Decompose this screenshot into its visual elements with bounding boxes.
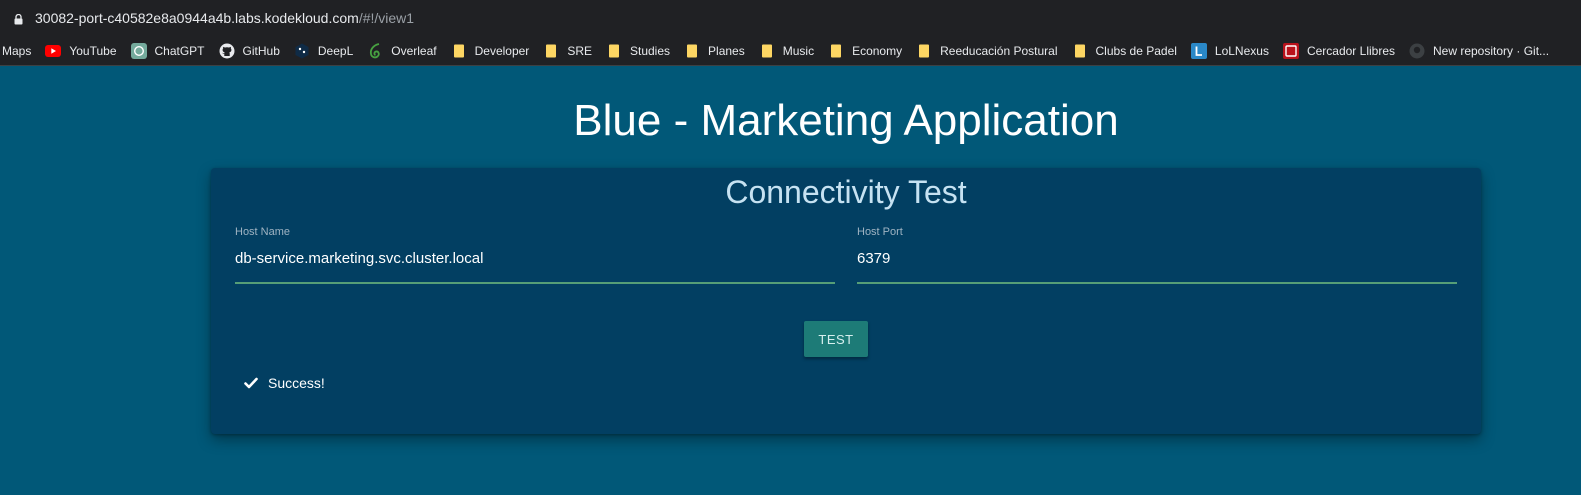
youtube-icon (45, 43, 62, 59)
bookmark-label: DeepL (317, 43, 354, 58)
host-port-input[interactable] (857, 247, 1457, 269)
url-text: 30082-port-c40582e8a0944a4b.labs.kodeklo… (35, 10, 414, 26)
folder-icon (606, 43, 622, 59)
folder-icon (916, 43, 932, 59)
folder-icon (759, 43, 775, 59)
bookmark-lolnexus[interactable]: LoLNexus (1185, 39, 1277, 63)
bookmark-label: ChatGPT (154, 43, 205, 58)
bookmark-folder-economy[interactable]: Economy (822, 39, 910, 63)
url-host: 30082-port-c40582e8a0944a4b.labs.kodeklo… (35, 10, 359, 26)
folder-icon (451, 43, 467, 59)
connectivity-test-card: Connectivity Test Host Name Host Port TE… (211, 168, 1481, 434)
bookmark-label: Reeducación Postural (940, 43, 1058, 58)
check-icon (244, 377, 258, 389)
status-message: Success! (244, 375, 325, 391)
bookmark-overleaf[interactable]: Overleaf (361, 39, 444, 63)
folder-icon (684, 43, 700, 59)
page-title: Blue - Marketing Application (573, 96, 1119, 145)
deepl-icon (294, 43, 310, 59)
bookmark-label: SRE (567, 43, 592, 58)
bookmark-label: Studies (630, 43, 671, 58)
bookmark-github[interactable]: GitHub (213, 39, 288, 63)
overleaf-icon (367, 42, 383, 59)
card-title: Connectivity Test (725, 174, 967, 210)
bookmark-label: Music (782, 43, 815, 58)
bookmark-label: Clubs de Padel (1095, 43, 1177, 58)
host-port-underline (857, 282, 1457, 284)
bookmark-label: Planes (708, 43, 745, 58)
bookmark-folder-sre[interactable]: SRE (537, 39, 600, 63)
host-name-label: Host Name (235, 226, 291, 238)
github-icon (219, 43, 235, 59)
host-port-label: Host Port (857, 226, 903, 238)
browser-address-bar: 30082-port-c40582e8a0944a4b.labs.kodeklo… (0, 0, 1581, 36)
bookmark-label: Maps (2, 43, 32, 58)
bookmark-label: Economy (852, 43, 903, 58)
host-name-field: Host Name (235, 222, 835, 284)
bookmark-deepl[interactable]: DeepL (288, 39, 361, 63)
host-name-input[interactable] (235, 247, 835, 269)
bookmark-folder-clubs-de-padel[interactable]: Clubs de Padel (1066, 39, 1185, 63)
bookmark-folder-planes[interactable]: Planes (678, 39, 753, 63)
host-port-field: Host Port (857, 222, 1457, 284)
url-field[interactable]: 30082-port-c40582e8a0944a4b.labs.kodeklo… (4, 4, 1577, 32)
host-name-underline (235, 282, 835, 284)
bookmark-new-repository[interactable]: New repository · Git... (1403, 39, 1557, 63)
folder-icon (543, 43, 559, 59)
bookmark-label: GitHub (242, 43, 280, 58)
folder-icon (828, 43, 844, 59)
bookmark-cercador-llibres[interactable]: Cercador Llibres (1277, 39, 1403, 63)
bookmark-label: New repository · Git... (1433, 43, 1550, 58)
github-icon (1409, 43, 1425, 59)
test-button[interactable]: TEST (804, 321, 868, 357)
bookmark-folder-studies[interactable]: Studies (600, 39, 678, 63)
bookmark-folder-reeducacion[interactable]: Reeducación Postural (910, 39, 1065, 63)
chatgpt-icon (130, 42, 147, 59)
lock-icon[interactable] (14, 13, 23, 25)
bookmark-folder-music[interactable]: Music (753, 39, 822, 63)
bookmark-maps[interactable]: Maps (0, 39, 39, 63)
url-path: /#!/view1 (358, 10, 415, 26)
bookmark-folder-developer[interactable]: Developer (445, 39, 538, 63)
bookmarks-bar: Maps YouTube ChatGPT GitHub DeepL Overle… (0, 36, 1581, 66)
bookmark-label: LoLNexus (1214, 43, 1269, 58)
bookmark-chatgpt[interactable]: ChatGPT (125, 39, 213, 63)
bookmark-label: YouTube (69, 43, 117, 58)
cercador-icon (1282, 42, 1299, 59)
bookmark-label: Cercador Llibres (1306, 43, 1395, 58)
status-text: Success! (268, 375, 325, 391)
folder-icon (1072, 43, 1088, 59)
lolnexus-icon (1190, 42, 1207, 59)
bookmark-youtube[interactable]: YouTube (39, 39, 124, 63)
bookmark-label: Developer (474, 43, 530, 58)
bookmark-label: Overleaf (391, 43, 437, 58)
